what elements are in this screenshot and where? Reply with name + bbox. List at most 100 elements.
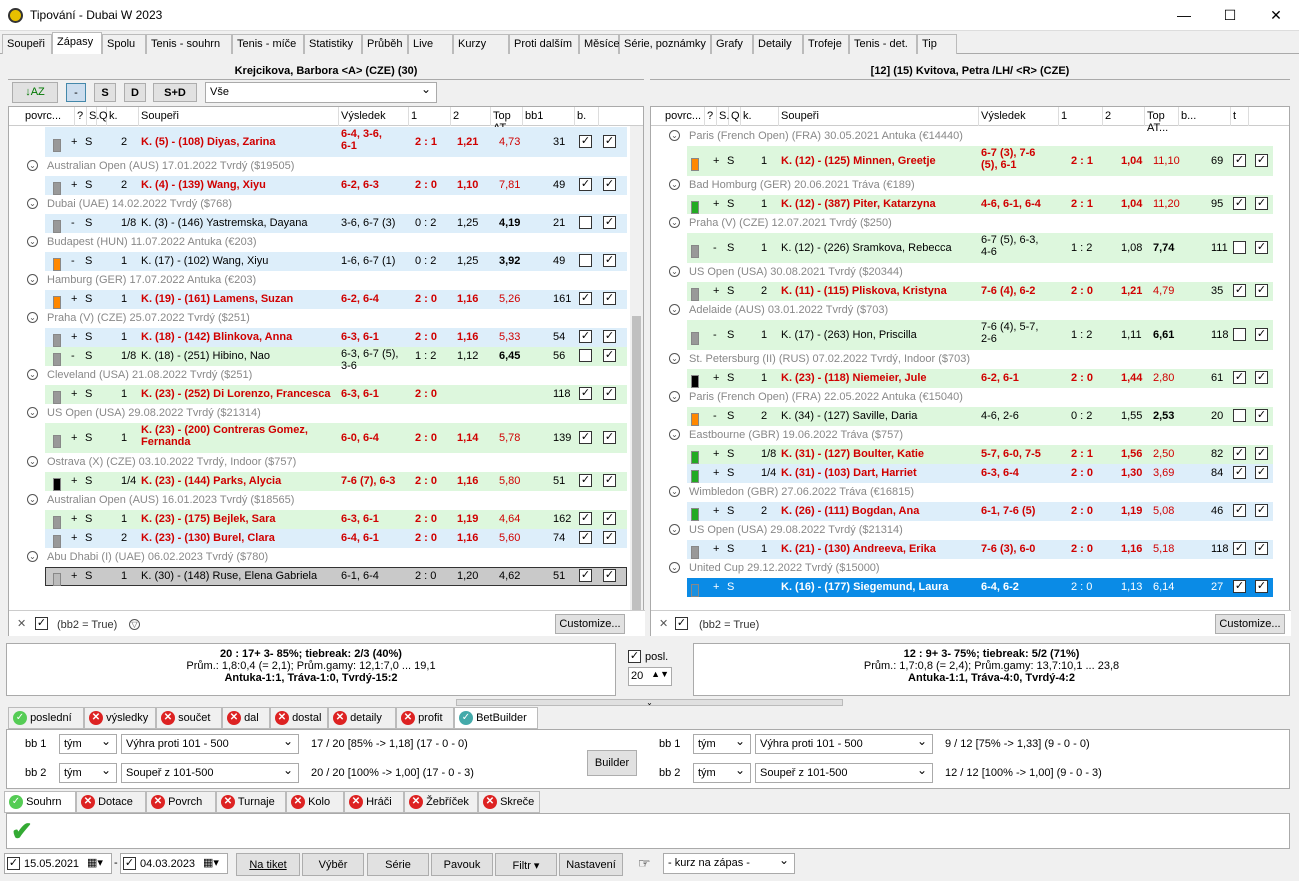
bb1-checkbox[interactable]: ✓ xyxy=(579,135,592,148)
column-header[interactable]: Soupeři xyxy=(139,107,339,126)
group-toggle-icon[interactable]: ⌄ xyxy=(27,494,38,505)
tournament-group-row[interactable]: ⌄ Australian Open (AUS) 16.01.2023 Tvrdý … xyxy=(9,491,645,510)
bb1-checkbox[interactable]: ✓ xyxy=(1233,284,1246,297)
group-toggle-icon[interactable]: ⌄ xyxy=(669,179,680,190)
bb1-checkbox[interactable]: ✓ xyxy=(1233,447,1246,460)
match-row[interactable]: - S 1 K. (17) - (102) Wang, Xiyu 1-6, 6-7 (1… xyxy=(9,252,645,271)
bb1-checkbox[interactable]: ✓ xyxy=(579,474,592,487)
summary-tab-6[interactable]: ✕ Žebříček xyxy=(404,791,478,813)
bb2-checkbox[interactable]: ✓ xyxy=(603,474,616,487)
match-row[interactable]: - S 1/8 K. (18) - (251) Hibino, Nao 6-3, 6-7… xyxy=(9,347,645,372)
calendar-icon[interactable]: ▦▾ xyxy=(203,856,219,869)
bb1-checkbox[interactable]: ✓ xyxy=(579,387,592,400)
bet-tab-7[interactable]: ✓ BetBuilder xyxy=(454,707,538,729)
bb2-checkbox[interactable]: ✓ xyxy=(603,292,616,305)
tournament-group-row[interactable]: ⌄ Dubai (UAE) 14.02.2022 Tvrdý ($768) xyxy=(9,195,645,214)
bb1-checkbox[interactable]: ✓ xyxy=(579,531,592,544)
tab-14[interactable]: Trofeje xyxy=(803,34,849,54)
group-toggle-icon[interactable]: ⌄ xyxy=(27,160,38,171)
clear-filter-icon[interactable]: ✕ xyxy=(659,617,668,630)
group-toggle-icon[interactable]: ⌄ xyxy=(27,407,38,418)
tab-7[interactable]: Live xyxy=(408,34,453,54)
bet-tab-6[interactable]: ✕ profit xyxy=(396,707,454,729)
bb-condition-select[interactable]: Výhra proti 101 - 500 xyxy=(121,734,299,754)
column-header[interactable]: ? xyxy=(705,107,717,126)
bb2-checkbox[interactable]: ✓ xyxy=(603,431,616,444)
match-row[interactable]: + S 2 K. (5) - (108) Diyas, Zarina 6-4, 3-6,… xyxy=(9,127,645,157)
bb-who-select[interactable]: tým xyxy=(59,734,117,754)
tournament-group-row[interactable]: ⌄ Abu Dhabi (I) (UAE) 06.02.2023 Tvrdý ($… xyxy=(9,548,645,567)
bb1-checkbox[interactable]: ✓ xyxy=(1233,197,1246,210)
column-header[interactable]: b. xyxy=(575,107,599,126)
bb1-checkbox[interactable]: ✓ xyxy=(579,512,592,525)
group-toggle-icon[interactable]: ⌄ xyxy=(27,312,38,323)
group-toggle-icon[interactable]: ⌄ xyxy=(669,486,680,497)
bb2-checkbox[interactable]: ✓ xyxy=(1255,197,1268,210)
bb2-checkbox[interactable]: ✓ xyxy=(1255,154,1268,167)
tournament-group-row[interactable]: ⌄ United Cup 29.12.2022 Tvrdý ($15000) xyxy=(651,559,1291,578)
tournament-group-row[interactable]: ⌄ Ostrava (X) (CZE) 03.10.2022 Tvrdý, Ind… xyxy=(9,453,645,472)
bb1-checkbox[interactable]: ✓ xyxy=(1233,466,1246,479)
column-header[interactable]: 2 xyxy=(451,107,491,126)
summary-tab-4[interactable]: ✕ Kolo xyxy=(286,791,344,813)
group-toggle-icon[interactable]: ⌄ xyxy=(27,198,38,209)
bb1-checkbox[interactable]: ✓ xyxy=(579,292,592,305)
summary-tab-0[interactable]: ✓ Souhrn xyxy=(4,791,76,813)
match-row[interactable]: + S 2 K. (26) - (111) Bogdan, Ana 6-1, 7-6 (… xyxy=(651,502,1291,521)
match-row[interactable]: + S 2 K. (23) - (130) Burel, Clara 6-4, 6-1 2… xyxy=(9,529,645,548)
summary-tab-7[interactable]: ✕ Skreče xyxy=(478,791,540,813)
calendar-icon[interactable]: ▦▾ xyxy=(87,856,103,869)
group-toggle-icon[interactable]: ⌄ xyxy=(27,369,38,380)
group-toggle-icon[interactable]: ⌄ xyxy=(669,217,680,228)
tab-1[interactable]: Zápasy xyxy=(52,32,102,54)
tournament-group-row[interactable]: ⌄ Australian Open (AUS) 17.01.2022 Tvrdý … xyxy=(9,157,645,176)
column-header[interactable]: t xyxy=(1231,107,1249,126)
match-row[interactable]: - S 1 K. (12) - (226) Sramkova, Rebecca 6-7 … xyxy=(651,233,1291,263)
summary-tab-3[interactable]: ✕ Turnaje xyxy=(216,791,286,813)
sort-az-button[interactable]: ↓AZ xyxy=(12,82,58,103)
posl-spinner[interactable]: 20 ▲▼ xyxy=(628,667,672,686)
tab-4[interactable]: Tenis - míče xyxy=(232,34,304,54)
column-header[interactable]: b... xyxy=(1179,107,1231,126)
tournament-group-row[interactable]: ⌄ Paris (French Open) (FRA) 22.05.2022 An… xyxy=(651,388,1291,407)
close-button[interactable]: ✕ xyxy=(1253,0,1299,31)
bb1-checkbox[interactable]: ✓ xyxy=(579,431,592,444)
bb2-checkbox[interactable]: ✓ xyxy=(1255,580,1268,593)
kurz-select[interactable]: - kurz na zápas - xyxy=(663,853,795,874)
column-header[interactable]: Výsledek xyxy=(339,107,409,126)
column-header[interactable]: povrc... xyxy=(23,107,75,126)
bb-who-select[interactable]: tým xyxy=(693,734,751,754)
bb-condition-select[interactable]: Soupeř z 101-500 xyxy=(755,763,933,783)
bb1-checkbox[interactable]: ✓ xyxy=(1233,580,1246,593)
date-to-picker[interactable]: ✓ 04.03.2023 ▦▾ xyxy=(120,853,228,874)
tournament-group-row[interactable]: ⌄ Hamburg (GER) 17.07.2022 Antuka (€203) xyxy=(9,271,645,290)
column-header[interactable]: k. xyxy=(107,107,139,126)
bb1-checkbox[interactable]: ✓ xyxy=(1233,154,1246,167)
tab-9[interactable]: Proti dalším xyxy=(509,34,579,54)
bb1-checkbox[interactable]: ✓ xyxy=(1233,371,1246,384)
match-row[interactable]: + S 2 K. (4) - (139) Wang, Xiyu 6-2, 6-3 2 : … xyxy=(9,176,645,195)
match-row[interactable]: + S 1 K. (19) - (161) Lamens, Suzan 6-2, 6-4… xyxy=(9,290,645,309)
tournament-group-row[interactable]: ⌄ Praha (V) (CZE) 25.07.2022 Tvrdý ($251) xyxy=(9,309,645,328)
bb1-checkbox[interactable] xyxy=(579,254,592,267)
match-row[interactable]: + S 1 K. (23) - (200) Contreras Gomez, Ferna… xyxy=(9,423,645,453)
bb1-checkbox[interactable]: ✓ xyxy=(579,330,592,343)
builder-button[interactable]: Builder xyxy=(587,750,637,776)
column-header[interactable]: bb1 xyxy=(523,107,575,126)
bb-condition-select[interactable]: Soupeř z 101-500 xyxy=(121,763,299,783)
na-tiket-button[interactable]: Na tiket xyxy=(236,853,300,876)
match-row[interactable]: + S 1 K. (23) - (118) Niemeier, Jule 6-2, 6-… xyxy=(651,369,1291,388)
filter-sd-button[interactable]: S+D xyxy=(153,83,197,102)
column-header[interactable]: k. xyxy=(741,107,779,126)
match-row[interactable]: + S 1/8 K. (31) - (127) Boulter, Katie 5-7, … xyxy=(651,445,1291,464)
bb2-checkbox[interactable]: ✓ xyxy=(1255,409,1268,422)
bb1-checkbox[interactable] xyxy=(579,216,592,229)
tournament-group-row[interactable]: ⌄ Wimbledon (GBR) 27.06.2022 Tráva (€1681… xyxy=(651,483,1291,502)
group-toggle-icon[interactable]: ⌄ xyxy=(669,524,680,535)
tab-15[interactable]: Tenis - det. xyxy=(849,34,917,54)
spinner-arrows-icon[interactable]: ▲▼ xyxy=(651,669,669,679)
minimize-button[interactable]: — xyxy=(1161,0,1207,31)
match-row[interactable]: + S 1 K. (18) - (142) Blinkova, Anna 6-3, 6-… xyxy=(9,328,645,347)
tab-3[interactable]: Tenis - souhrn xyxy=(146,34,232,54)
tab-13[interactable]: Detaily xyxy=(753,34,803,54)
